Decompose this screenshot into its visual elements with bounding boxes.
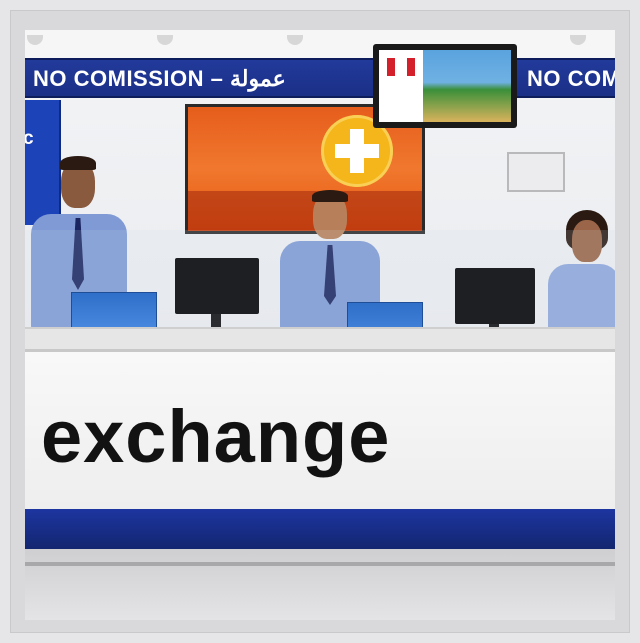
tv-landscape-image	[423, 50, 511, 122]
wall-notice-frame	[507, 152, 565, 192]
exchange-counter-photo: NO COMISSION – عمولة NO COM c exchange	[25, 30, 615, 620]
wall-tv	[373, 44, 517, 128]
computer-monitor	[455, 268, 535, 324]
exchange-sign-text: exchange	[41, 395, 391, 478]
ceiling-light	[157, 35, 173, 45]
hair	[312, 190, 348, 202]
floor-rail	[25, 562, 615, 566]
no-commission-banner: NO COMISSION – عمولة NO COM	[25, 58, 615, 98]
left-sign-text: c	[25, 128, 34, 149]
ceiling	[25, 30, 615, 58]
floor	[25, 549, 615, 620]
counter-front: exchange	[25, 349, 615, 512]
hair	[60, 156, 96, 170]
computer-monitor	[175, 258, 259, 314]
banner-text-left: NO COMISSION – عمولة	[33, 66, 286, 91]
ceiling-light	[287, 35, 303, 45]
tv-ad-panel	[379, 50, 423, 122]
tv-screen	[379, 50, 511, 122]
banner-text-right: NO COM	[527, 66, 615, 91]
counter-top	[25, 327, 615, 351]
ceiling-light	[27, 35, 43, 45]
monitor-stand	[211, 314, 221, 328]
ceiling-light	[570, 35, 586, 45]
brochure-display	[71, 292, 157, 332]
canada-flag-icon	[387, 58, 415, 76]
counter-blue-band	[25, 509, 615, 549]
